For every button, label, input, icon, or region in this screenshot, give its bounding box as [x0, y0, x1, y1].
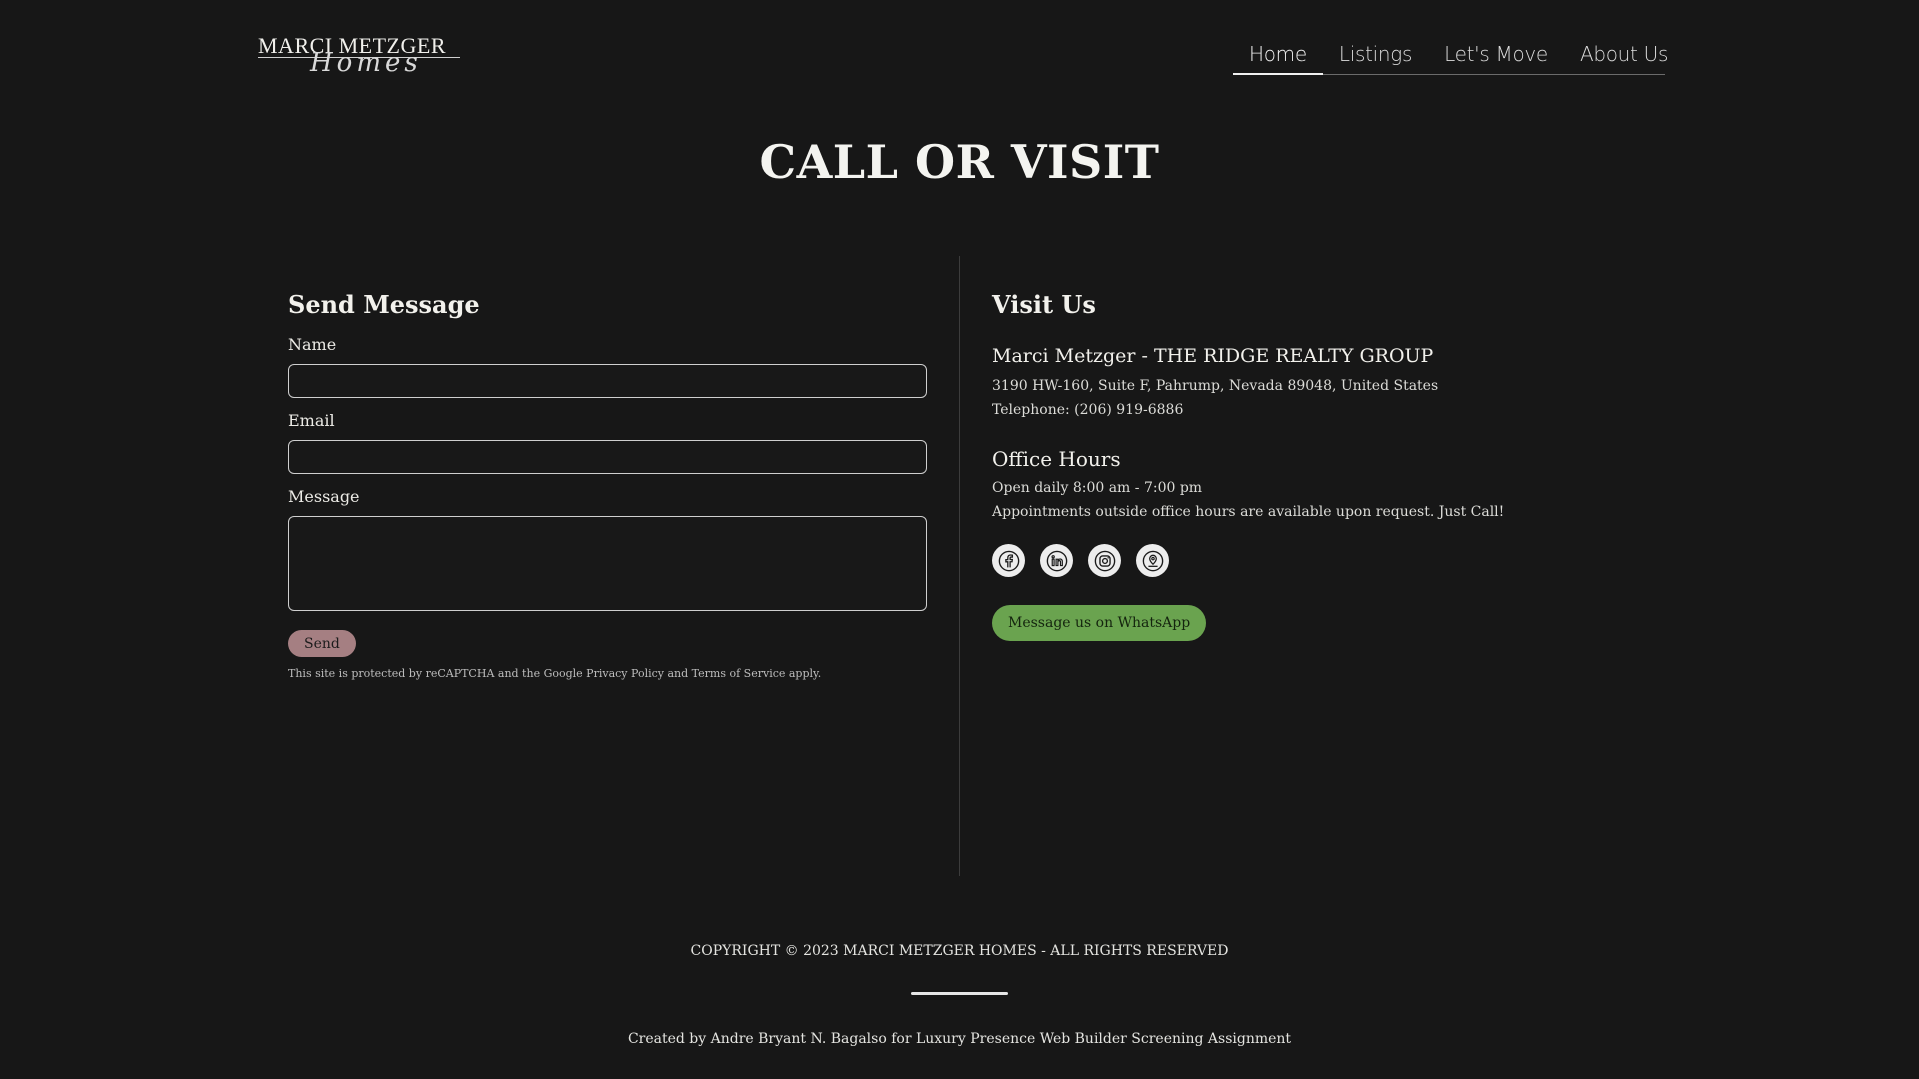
company-name: Marci Metzger - THE RIDGE REALTY GROUP [992, 345, 1434, 367]
email-label: Email [288, 411, 335, 430]
facebook-icon[interactable] [992, 544, 1025, 577]
nav-about-us[interactable]: About Us [1564, 38, 1684, 75]
main-nav: Home Listings Let's Move About Us [1233, 38, 1668, 75]
name-input[interactable] [288, 364, 927, 398]
office-hours-heading: Office Hours [992, 447, 1121, 471]
visit-us-section: Visit Us Marci Metzger - THE RIDGE REALT… [992, 288, 1632, 641]
send-message-section: Send Message Name Email Message Send Thi… [288, 288, 928, 682]
message-textarea[interactable] [288, 516, 927, 611]
office-hours: Open daily 8:00 am - 7:00 pm [992, 480, 1203, 496]
linkedin-icon[interactable] [1040, 544, 1073, 577]
instagram-icon[interactable] [1088, 544, 1121, 577]
send-button[interactable]: Send [288, 630, 356, 657]
social-links [992, 544, 1632, 577]
logo[interactable]: MARCI METZGER Homes [258, 34, 462, 82]
whatsapp-button[interactable]: Message us on WhatsApp [992, 605, 1207, 641]
nav-home[interactable]: Home [1233, 38, 1323, 75]
nav-lets-move[interactable]: Let's Move [1428, 38, 1564, 75]
name-label: Name [288, 335, 337, 354]
page-title: CALL OR VISIT [759, 135, 1160, 189]
appointments-note: Appointments outside office hours are av… [992, 504, 1505, 520]
send-message-heading: Send Message [288, 290, 480, 319]
map-pin-icon[interactable] [1136, 544, 1169, 577]
address: 3190 HW-160, Suite F, Pahrump, Nevada 89… [992, 378, 1439, 394]
credit-line: Created by Andre Bryant N. Bagalso for L… [627, 1031, 1292, 1047]
column-divider [959, 256, 960, 876]
logo-script: Homes [310, 48, 422, 78]
copyright: COPYRIGHT © 2023 MARCI METZGER HOMES - A… [690, 943, 1229, 959]
visit-us-heading: Visit Us [992, 290, 1096, 319]
message-label: Message [288, 487, 360, 506]
email-input[interactable] [288, 440, 927, 474]
nav-listings[interactable]: Listings [1323, 38, 1428, 75]
recaptcha-notice: This site is protected by reCAPTCHA and … [288, 667, 822, 680]
site-header: MARCI METZGER Homes Home Listings Let's … [0, 0, 1919, 90]
footer-divider [911, 992, 1008, 995]
telephone: Telephone: (206) 919-6886 [992, 402, 1184, 418]
